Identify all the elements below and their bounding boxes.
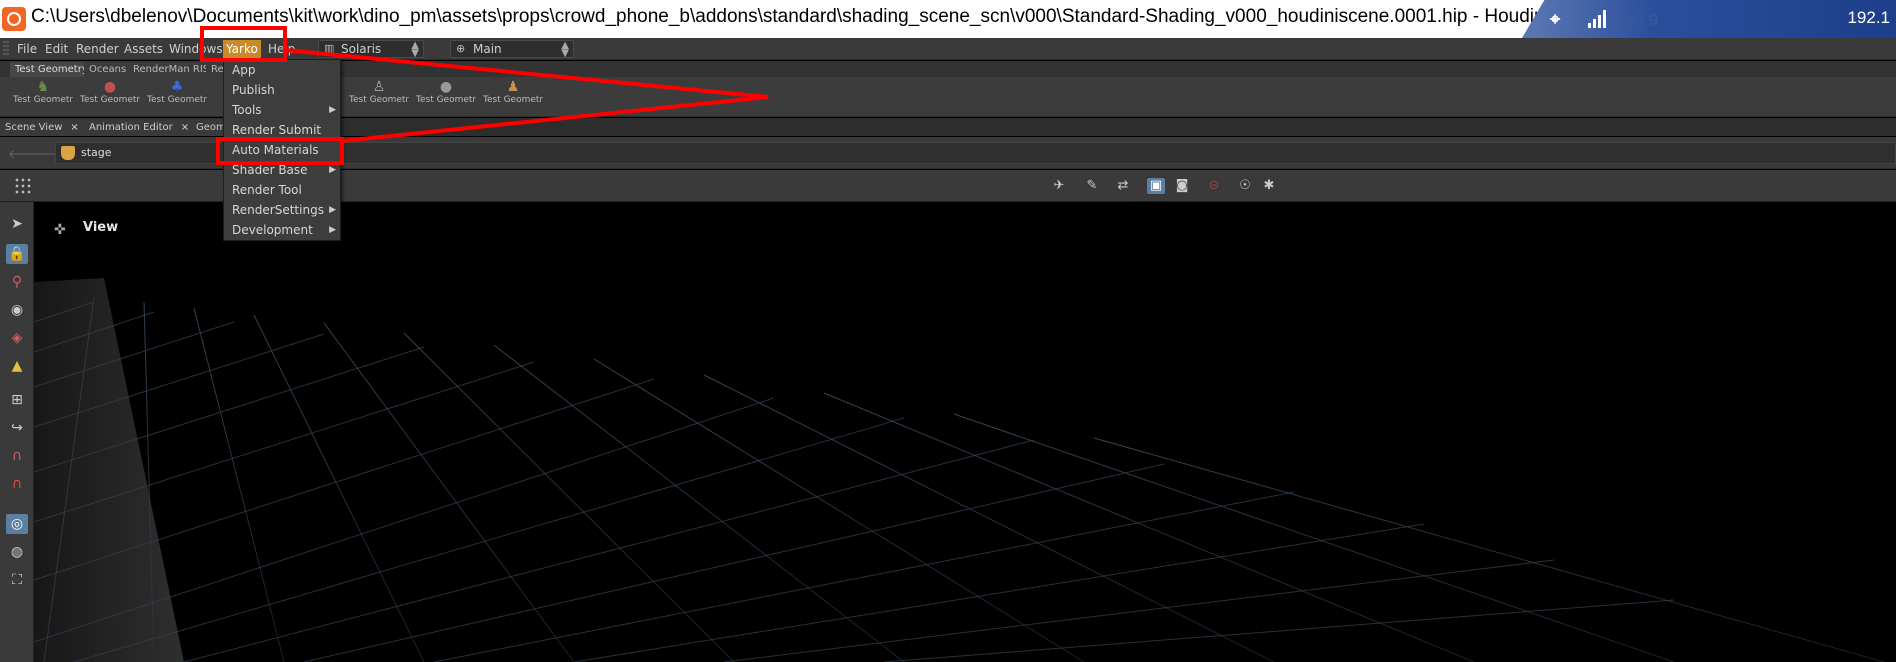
main-menu-bar: File Edit Render Assets Windows Yarko He… — [0, 38, 1896, 60]
menu-item-render-submit[interactable]: Render Submit — [224, 120, 340, 140]
desktop-select-value: Solaris — [341, 42, 382, 56]
stage-icon — [61, 146, 75, 160]
submenu-arrow-icon: ▶ — [329, 225, 336, 235]
menu-file[interactable]: File — [14, 40, 40, 58]
context-select[interactable]: ⊕ Main ▲ ▼ — [450, 40, 574, 59]
magnet-icon[interactable]: ∩ — [6, 446, 28, 466]
remote-version-text: y3.9 — [1626, 10, 1659, 29]
pane-tab-animation-editor[interactable]: Animation Editor × — [84, 119, 196, 136]
menu-item-development[interactable]: Development ▶ — [224, 220, 340, 240]
shelf-tool-test-geometry-templatehead[interactable]: ● Test Geometry: T... — [416, 79, 476, 117]
settings-gear-icon[interactable]: ✱ — [1260, 178, 1278, 194]
render-eye-icon[interactable]: ☉ — [1236, 178, 1254, 194]
context-select-value: Main — [473, 42, 502, 56]
menu-item-shader-base[interactable]: Shader Base ▶ — [224, 160, 340, 180]
pane-tab-scene-view[interactable]: Scene View × — [0, 119, 85, 136]
window-title: C:\Users\dbelenov\Documents\kit\work\din… — [31, 6, 1621, 27]
menubar-grip-handle[interactable] — [3, 41, 9, 57]
render-view-icon[interactable]: ⛶ — [6, 570, 28, 590]
yarko-dropdown-menu: App Publish Tools ▶ Render Submit Auto Ma… — [223, 59, 341, 241]
menu-windows[interactable]: Windows — [166, 40, 226, 58]
remote-ip-text: 192.1 — [1847, 8, 1890, 27]
window-title-bar: C:\Users\dbelenov\Documents\kit\work\din… — [0, 0, 1896, 38]
menu-help[interactable]: Help — [265, 40, 298, 58]
menu-item-app[interactable]: App — [224, 60, 340, 80]
select-arrows-icon: ▲ ▼ — [411, 40, 419, 59]
record-tool-icon[interactable]: ◈ — [6, 328, 28, 348]
lock-icon[interactable]: 🔒 — [6, 244, 28, 264]
test-geometry-templatehead-icon: ● — [439, 79, 453, 95]
network-view-icon[interactable]: ◎ — [6, 514, 28, 534]
close-icon[interactable]: × — [181, 122, 189, 133]
viewer-left-toolbar: ➤ 🔒 ⚲ ◉ ◈ ▲ ⊞ ↪ ∩ ∩ ◎ ◍ ⛶ — [0, 202, 34, 662]
scene-graph-tool-icon[interactable]: ▣ — [1147, 178, 1165, 194]
submenu-arrow-icon: ▶ — [329, 165, 336, 175]
menu-item-render-tool[interactable]: Render Tool — [224, 180, 340, 200]
menu-yarko[interactable]: Yarko — [223, 40, 261, 58]
close-icon[interactable]: × — [70, 122, 78, 133]
menu-render[interactable]: Render — [73, 40, 122, 58]
no-entry-icon[interactable]: ⊝ — [1205, 178, 1223, 194]
sphere-tool-icon[interactable]: ◉ — [6, 300, 28, 320]
select-arrow-icon[interactable]: ➤ — [6, 214, 28, 234]
shelf-tool-test-geometry-crag[interactable]: ♞ Test Geometry: C... — [13, 79, 73, 117]
remote-desktop-logo-icon: ⌖ — [1550, 9, 1561, 30]
remote-connection-bar[interactable]: ⌖ y3.9 192.1 — [1522, 0, 1896, 38]
snapshot-icon[interactable]: ◙ — [1173, 178, 1191, 194]
submenu-arrow-icon: ▶ — [329, 205, 336, 215]
viewport-view-label[interactable]: View — [83, 220, 118, 235]
shelf-tool-test-geometry-toy[interactable]: ♟ Test Geometry: T... — [483, 79, 543, 117]
light-tool-icon[interactable]: ✈ — [1050, 178, 1068, 194]
shelf-tab-oceans[interactable]: Oceans — [84, 62, 133, 77]
shelf-tool-test-geometry-rubbertoy[interactable]: ♣ Test Geometry: R... — [147, 79, 207, 117]
test-geometry-pig-icon: ● — [103, 79, 117, 95]
spotlight-tool-icon[interactable]: ✎ — [1083, 178, 1101, 194]
transform-tool-icon[interactable]: ⇄ — [1114, 178, 1132, 194]
menu-edit[interactable]: Edit — [42, 40, 71, 58]
path-stage-label: stage — [81, 146, 112, 159]
select-arrows-icon: ▲ ▼ — [561, 40, 569, 59]
shelf-tab-renderman-ris[interactable]: RenderMan RIS — [128, 62, 216, 77]
grid-snap-icon[interactable]: ⊞ — [6, 390, 28, 410]
magnet-alt-icon[interactable]: ∩ — [6, 474, 28, 494]
pane-menu-grid-icon[interactable] — [14, 177, 32, 195]
menu-item-publish[interactable]: Publish — [224, 80, 340, 100]
test-geometry-toy-icon: ♟ — [506, 79, 520, 95]
shelf-tool-test-geometry-pig[interactable]: ● Test Geometry: P... — [80, 79, 140, 117]
menu-item-auto-materials[interactable]: Auto Materials — [224, 140, 340, 160]
camera-view-icon[interactable]: ◍ — [6, 542, 28, 562]
crosshair-icon: ⊕ — [456, 42, 466, 55]
light-gizmo-icon[interactable]: ▲ — [6, 356, 28, 376]
submenu-arrow-icon: ▶ — [329, 105, 336, 115]
shelf-tab-test-geometry[interactable]: Test Geometry — [10, 62, 94, 77]
camera-icon[interactable]: ✜ — [54, 222, 66, 238]
menu-item-tools[interactable]: Tools ▶ — [224, 100, 340, 120]
menu-assets[interactable]: Assets — [121, 40, 166, 58]
shelf-tool-test-geometry-tommy[interactable]: ♙ Test Geometry: T... — [349, 79, 409, 117]
magnify-tool-icon[interactable]: ⚲ — [6, 272, 28, 292]
test-geometry-crag-icon: ♞ — [36, 79, 50, 95]
test-geometry-tommy-icon: ♙ — [372, 79, 386, 95]
houdini-logo-icon — [2, 7, 26, 31]
curve-snap-icon[interactable]: ↪ — [6, 418, 28, 438]
desktop-select[interactable]: ▥ Solaris ▲ ▼ — [318, 40, 424, 59]
viewport-grid — [34, 278, 1885, 662]
scene-viewport[interactable] — [34, 202, 1896, 662]
signal-bars-icon — [1588, 10, 1608, 28]
menu-item-rendersettings[interactable]: RenderSettings ▶ — [224, 200, 340, 220]
test-geometry-rubbertoy-icon: ♣ — [170, 79, 184, 95]
desktop-layout-icon: ▥ — [324, 42, 335, 55]
